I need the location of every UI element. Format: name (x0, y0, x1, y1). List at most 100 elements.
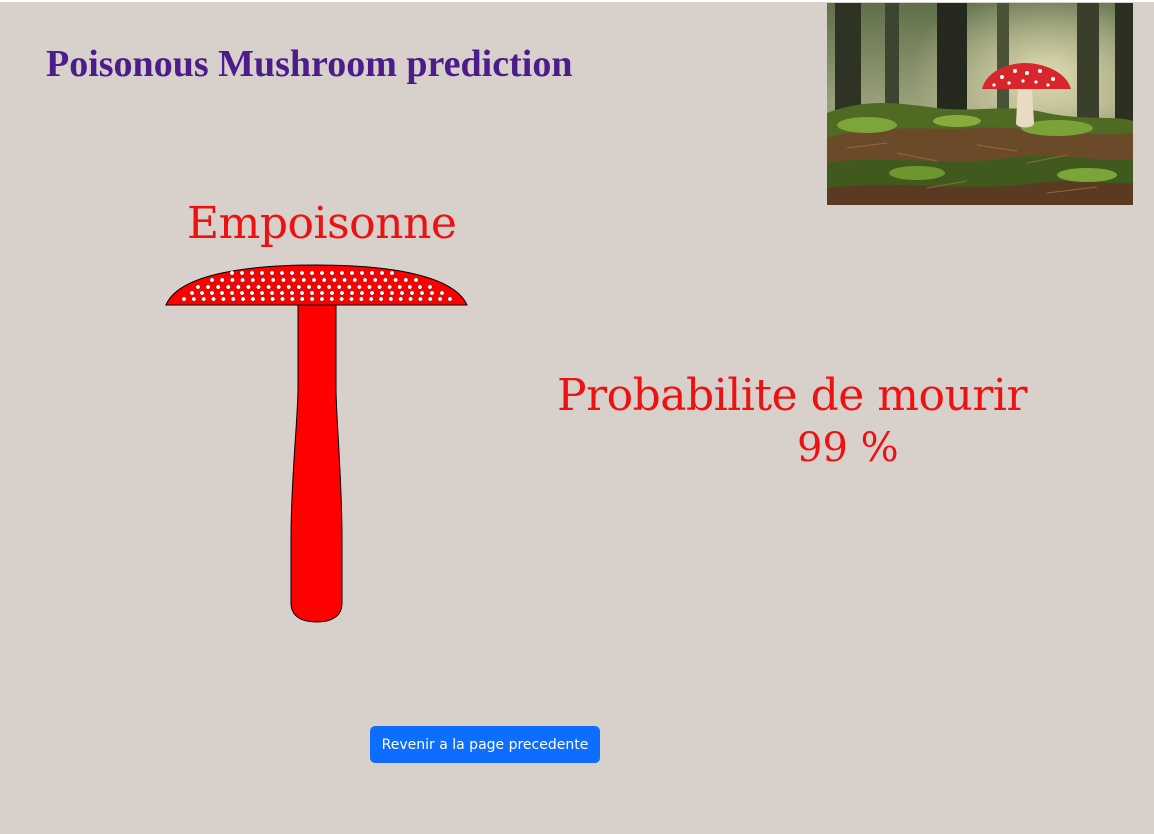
cap-dot (260, 277, 266, 283)
cap-dot (229, 290, 235, 296)
cap-dot (379, 270, 385, 276)
mushroom-photo (827, 3, 1133, 205)
cap-dot (296, 284, 302, 290)
cap-dot (286, 284, 292, 290)
cap-dot (418, 296, 423, 302)
page-title: Poisonous Mushroom prediction (46, 43, 573, 85)
cap-dot (209, 290, 215, 296)
cap-dot (387, 284, 393, 290)
mushroom-stem (290, 303, 343, 623)
cap-dot (319, 270, 325, 276)
cap-dot (205, 284, 211, 290)
cap-dot (301, 277, 307, 283)
cap-dot (276, 284, 282, 290)
fly-agaric-mushroom-icon (165, 264, 468, 623)
cap-dot (240, 277, 246, 283)
cap-dot (250, 277, 256, 283)
cap-dot (419, 290, 425, 296)
cap-dot (195, 284, 201, 290)
cap-dot (407, 284, 413, 290)
cap-dot (250, 296, 256, 302)
cap-dot (240, 296, 246, 302)
cap-dot (279, 290, 285, 296)
cap-dot (249, 270, 255, 276)
cap-dot (259, 270, 265, 276)
cap-dot (246, 284, 251, 290)
cap-dot (316, 284, 322, 290)
cap-dot (372, 277, 378, 283)
cap-dot (388, 296, 394, 302)
cap-dot (329, 290, 335, 296)
cap-dot (413, 277, 419, 283)
cap-dot (368, 296, 374, 302)
cap-dot (230, 277, 235, 283)
cap-dot (397, 284, 403, 290)
cap-dot (299, 270, 305, 276)
cap-dot (359, 290, 365, 296)
cap-dot (382, 277, 388, 283)
cap-dot (393, 277, 399, 283)
cap-dot (358, 296, 364, 302)
cap-dot (389, 290, 395, 296)
cap-dot (427, 284, 433, 290)
cap-dot (299, 290, 305, 296)
cap-dot (329, 270, 335, 276)
cap-dot (321, 277, 327, 283)
cap-dot (352, 277, 358, 283)
cap-dot (447, 296, 453, 302)
cap-dot (191, 296, 197, 302)
cap-dot (409, 290, 415, 296)
cap-dot (331, 277, 337, 283)
cap-dot (326, 284, 332, 290)
cap-dot (377, 284, 382, 290)
prediction-verdict: Empoisonne (187, 198, 457, 249)
cap-dot (378, 296, 384, 302)
cap-dot (235, 284, 241, 290)
cap-dot (319, 290, 325, 296)
cap-dot (256, 284, 261, 290)
cap-dot (266, 284, 272, 290)
cap-dot (289, 270, 295, 276)
cap-dot (367, 284, 372, 290)
cap-dot (339, 290, 345, 296)
cap-dot (319, 296, 325, 302)
cap-dot (259, 290, 265, 296)
cap-dot (181, 296, 187, 302)
cap-dot (339, 296, 345, 302)
cap-dot (309, 290, 315, 296)
cap-dot (309, 296, 315, 302)
probability-label: Probabilite de mourir (557, 370, 1028, 421)
cap-dot (369, 270, 375, 276)
cap-dot (329, 296, 335, 302)
cap-dot (356, 284, 362, 290)
cap-dot (311, 277, 317, 283)
cap-dot (289, 296, 295, 302)
cap-dot (349, 290, 355, 296)
cap-dot (229, 270, 235, 276)
cap-dot (269, 290, 275, 296)
probability-value: 99 % (797, 425, 899, 471)
cap-dot (439, 290, 445, 296)
cap-dot (336, 284, 342, 290)
cap-dot (249, 290, 255, 296)
cap-dot (230, 296, 236, 302)
cap-dot (239, 290, 245, 296)
cap-dot (369, 290, 375, 296)
cap-dot (280, 296, 285, 302)
cap-dot (289, 290, 295, 296)
cap-dot (225, 284, 231, 290)
cap-dot (189, 290, 195, 296)
cap-dot (437, 296, 443, 302)
cap-dot (339, 270, 345, 276)
cap-dot (211, 296, 216, 302)
cap-dot (346, 284, 352, 290)
cap-dot (359, 270, 365, 276)
cap-dot (219, 290, 225, 296)
cap-dot (219, 277, 225, 283)
back-button[interactable]: Revenir a la page precedente (370, 726, 600, 763)
cap-dot (270, 277, 276, 283)
cap-dot (349, 270, 355, 276)
cap-dot (429, 290, 435, 296)
cap-dot (239, 270, 245, 276)
cap-dot (417, 284, 423, 290)
